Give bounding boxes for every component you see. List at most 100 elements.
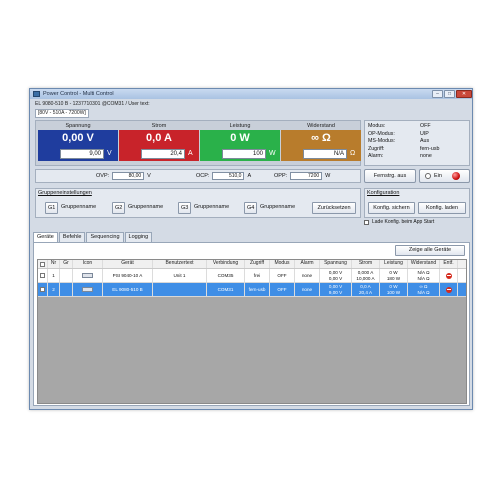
tab-sequencing[interactable]: Sequencing bbox=[86, 232, 124, 242]
ocp-group: OCP: 510,0 A bbox=[196, 172, 251, 180]
cell-voltage: 0,00 V 9,00 V bbox=[320, 283, 352, 296]
voltage-set-input[interactable]: 9,00 bbox=[60, 148, 104, 159]
status-panel: Modus: OFF OP-Modus: UIP MS-Modus: Aus Zugr… bbox=[364, 120, 470, 166]
status-value: fern-usb bbox=[420, 145, 440, 152]
cell-connection: COM35 bbox=[207, 269, 245, 282]
current-meter: Strom 0,0 A 20,4 A bbox=[119, 123, 199, 165]
group-button-g4[interactable]: G4 bbox=[244, 202, 258, 214]
config-load-button[interactable]: Konfig. laden bbox=[418, 202, 466, 214]
opp-label: OPP: bbox=[274, 173, 288, 179]
cell-icon bbox=[73, 283, 103, 296]
show-all-devices-button[interactable]: Zeige alle Geräte bbox=[395, 245, 465, 256]
tab-logging[interactable]: Logging bbox=[124, 232, 153, 242]
cell-usertext[interactable] bbox=[153, 283, 207, 296]
header-nr[interactable]: Nr bbox=[48, 260, 60, 268]
load-config-checkbox[interactable] bbox=[364, 219, 369, 225]
current-set-value: 20,4 A bbox=[358, 289, 373, 295]
limits-panel: OVP: 80,00 V OCP: 510,0 A OPP: 7200 W bbox=[35, 169, 361, 183]
voltage-actual: 0,00 V bbox=[38, 130, 118, 146]
devices-tab-panel: Zeige alle Geräte Nr Gr Icon Gerät Benut… bbox=[33, 242, 470, 406]
row-checkbox[interactable] bbox=[40, 287, 45, 292]
close-button[interactable]: ✕ bbox=[456, 90, 472, 98]
config-panel: Konfiguration Konfig. sichern Konfig. la… bbox=[364, 188, 470, 218]
device-icon bbox=[82, 287, 93, 292]
header-device[interactable]: Gerät bbox=[103, 260, 153, 268]
cell-current: 0,000 A 10,000 A bbox=[352, 269, 380, 282]
opp-group: OPP: 7200 W bbox=[274, 172, 330, 180]
header-mode[interactable]: Modus bbox=[270, 260, 295, 268]
remove-icon[interactable] bbox=[445, 286, 452, 293]
resistance-unit: Ω bbox=[350, 150, 356, 157]
table-header: Nr Gr Icon Gerät Benutzertext Verbindung… bbox=[38, 260, 466, 269]
header-alarm[interactable]: Alarm bbox=[295, 260, 320, 268]
cell-connection: COM31 bbox=[207, 283, 245, 296]
ovp-input[interactable]: 80,00 bbox=[112, 172, 145, 180]
ovp-label: OVP: bbox=[96, 173, 110, 179]
config-save-button[interactable]: Konfig. sichern bbox=[368, 202, 415, 214]
cell-mode: OFF bbox=[270, 269, 295, 282]
table-row[interactable]: 2 EL 9080-510 B COM31 fern-usb OFF none … bbox=[38, 283, 466, 297]
minimize-button[interactable]: – bbox=[432, 90, 443, 98]
status-led-icon bbox=[451, 172, 460, 180]
current-set-input[interactable]: 20,4 bbox=[141, 148, 185, 159]
opp-input[interactable]: 7200 bbox=[290, 172, 323, 180]
ocp-unit: A bbox=[247, 173, 252, 179]
voltage-meter: Spannung 0,00 V 9,00 V bbox=[38, 123, 118, 165]
power-unit: W bbox=[269, 150, 276, 157]
cell-power: 0 W 180 W bbox=[380, 269, 408, 282]
meter-panel: Spannung 0,00 V 9,00 V Strom 0,0 A 20,4 A … bbox=[35, 120, 361, 166]
cell-voltage: 0,00 V 0,00 V bbox=[320, 269, 352, 282]
status-row: Alarm: none bbox=[368, 153, 466, 161]
header-voltage[interactable]: Spannung bbox=[320, 260, 352, 268]
current-set-value: 10,000 A bbox=[356, 275, 375, 281]
output-onoff-toggle[interactable]: Ein bbox=[419, 169, 470, 183]
resistance-set-input[interactable]: N/A bbox=[303, 148, 347, 159]
group-name-label: Gruppenname bbox=[61, 204, 97, 210]
header-gr[interactable]: Gr bbox=[60, 260, 73, 268]
table-row[interactable]: 1 PSI 9040-10 A Unit 1 COM35 frei OFF no… bbox=[38, 269, 466, 283]
status-row: MS-Modus: Aus bbox=[368, 138, 466, 146]
status-row: OP-Modus: UIP bbox=[368, 131, 466, 139]
load-config-option[interactable]: Lade Konfig. beim App Start bbox=[364, 219, 434, 225]
group-button-g1[interactable]: G1 bbox=[45, 202, 59, 214]
tab-bar: Geräte Befehle Sequencing Logging bbox=[33, 232, 153, 243]
row-checkbox[interactable] bbox=[40, 273, 45, 278]
header-power[interactable]: Leistung bbox=[380, 260, 408, 268]
header-select bbox=[38, 260, 48, 268]
remove-icon[interactable] bbox=[445, 272, 452, 279]
header-usertext[interactable]: Benutzertext bbox=[153, 260, 207, 268]
cell-current: 0,0 A 20,4 A bbox=[352, 283, 380, 296]
header-icon[interactable]: Icon bbox=[73, 260, 103, 268]
device-table: Nr Gr Icon Gerät Benutzertext Verbindung… bbox=[37, 259, 467, 404]
remote-control-button[interactable]: Fernstrg. aus bbox=[364, 169, 416, 183]
power-set-input[interactable]: 100 bbox=[222, 148, 266, 159]
group-button-g3[interactable]: G3 bbox=[178, 202, 192, 214]
cell-nr: 2 bbox=[48, 283, 60, 296]
title-bar[interactable]: Power Control - Multi Control – □ ✕ bbox=[30, 89, 472, 99]
power-meter: Leistung 0 W 100 W bbox=[200, 123, 280, 165]
load-config-label: Lade Konfig. beim App Start bbox=[372, 219, 435, 225]
group-name-label: Gruppenname bbox=[194, 204, 230, 210]
app-icon bbox=[33, 91, 40, 97]
power-label: Leistung bbox=[229, 123, 251, 129]
select-all-checkbox[interactable] bbox=[40, 261, 45, 267]
cell-alarm: none bbox=[295, 269, 320, 282]
tab-commands[interactable]: Befehle bbox=[58, 232, 86, 242]
current-actual: 0,0 A bbox=[119, 130, 199, 146]
status-key: OP-Modus: bbox=[368, 130, 395, 137]
cell-remove bbox=[440, 269, 458, 282]
ocp-input[interactable]: 510,0 bbox=[212, 172, 245, 180]
status-value: OFF bbox=[420, 123, 431, 129]
header-resistance[interactable]: Widerstand bbox=[408, 260, 440, 268]
maximize-button[interactable]: □ bbox=[444, 90, 455, 98]
cell-usertext[interactable]: Unit 1 bbox=[153, 269, 207, 282]
group-button-g2[interactable]: G2 bbox=[112, 202, 126, 214]
group-reset-button[interactable]: Zurücksetzen bbox=[312, 202, 356, 214]
header-current[interactable]: Strom bbox=[352, 260, 380, 268]
header-connection[interactable]: Verbindung bbox=[207, 260, 245, 268]
header-remove[interactable]: Entf. bbox=[440, 260, 458, 268]
status-value: Aus bbox=[420, 138, 430, 144]
header-access[interactable]: Zugriff bbox=[245, 260, 270, 268]
onoff-radio[interactable] bbox=[425, 173, 431, 179]
status-key: Alarm: bbox=[368, 153, 384, 159]
